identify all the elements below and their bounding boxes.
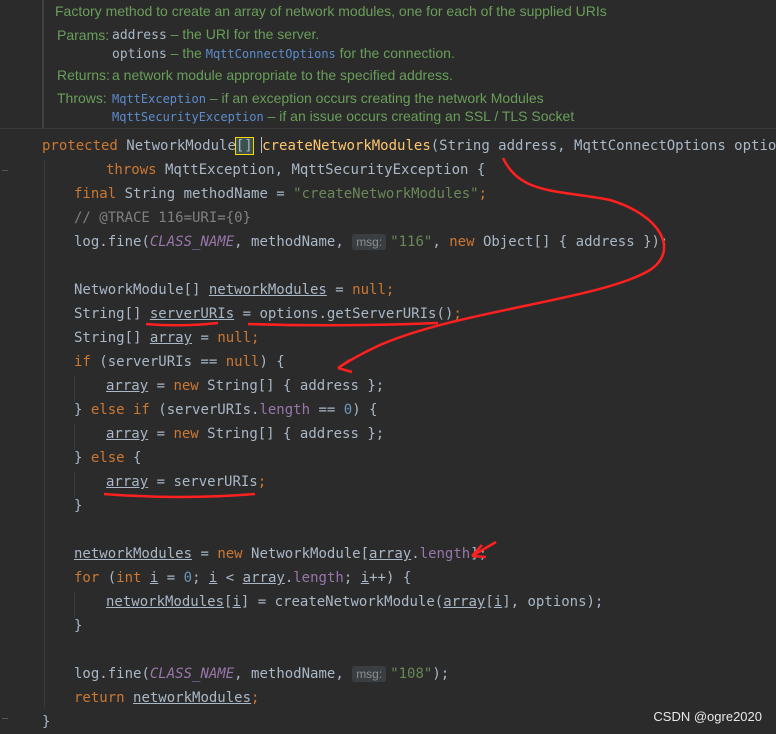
code-line-13: } else {	[74, 450, 142, 466]
param-hint: msg:	[352, 666, 387, 682]
code-line-5: log.fine(CLASS_NAME, methodName, msg: "11…	[74, 234, 669, 250]
code-line-9: if (serverURIs == null) {	[74, 354, 285, 370]
code-line-12: array = new String[] { address };	[106, 426, 385, 442]
code-line-18: networkModules[i] = createNetworkModule(…	[106, 594, 604, 610]
code-line-7: String[] serverURIs = options.getServerU…	[74, 306, 462, 322]
code-line-22: }	[42, 714, 51, 730]
indent-guide	[44, 160, 45, 708]
code-line-8: String[] array = null;	[74, 330, 260, 346]
code-line-17: for (int i = 0; i < array.length; i++) {	[74, 570, 412, 586]
code-line-2: throws MqttException, MqttSecurityExcept…	[106, 162, 486, 178]
watermark: CSDN @ogre2020	[653, 709, 762, 724]
code-line-4: // @TRACE 116=URI={0}	[74, 210, 252, 226]
indent-guide	[74, 472, 75, 498]
code-line-20: log.fine(CLASS_NAME, methodName, msg: "10…	[74, 666, 450, 682]
code-line-21: return networkModules;	[74, 690, 260, 706]
code-line-10: array = new String[] { address };	[106, 378, 385, 394]
code-line-3: final String methodName = "createNetwork…	[74, 186, 488, 202]
indent-guide	[74, 592, 75, 618]
code-line-1: protected NetworkModule[] createNetworkM…	[42, 137, 776, 155]
code-line-19: }	[74, 618, 83, 634]
code-editor[interactable]: protected NetworkModule[] createNetworkM…	[0, 0, 776, 734]
param-hint: msg:	[352, 234, 387, 250]
code-line-16: networkModules = new NetworkModule[array…	[74, 546, 488, 562]
fold-marker[interactable]	[2, 170, 8, 171]
code-line-6: NetworkModule[] networkModules = null;	[74, 282, 395, 298]
indent-guide	[74, 376, 75, 402]
indent-guide	[74, 424, 75, 450]
fold-marker[interactable]	[2, 718, 8, 719]
code-line-11: } else if (serverURIs.length == 0) {	[74, 402, 378, 418]
code-line-15: }	[74, 498, 83, 514]
code-line-14: array = serverURIs;	[106, 474, 267, 490]
